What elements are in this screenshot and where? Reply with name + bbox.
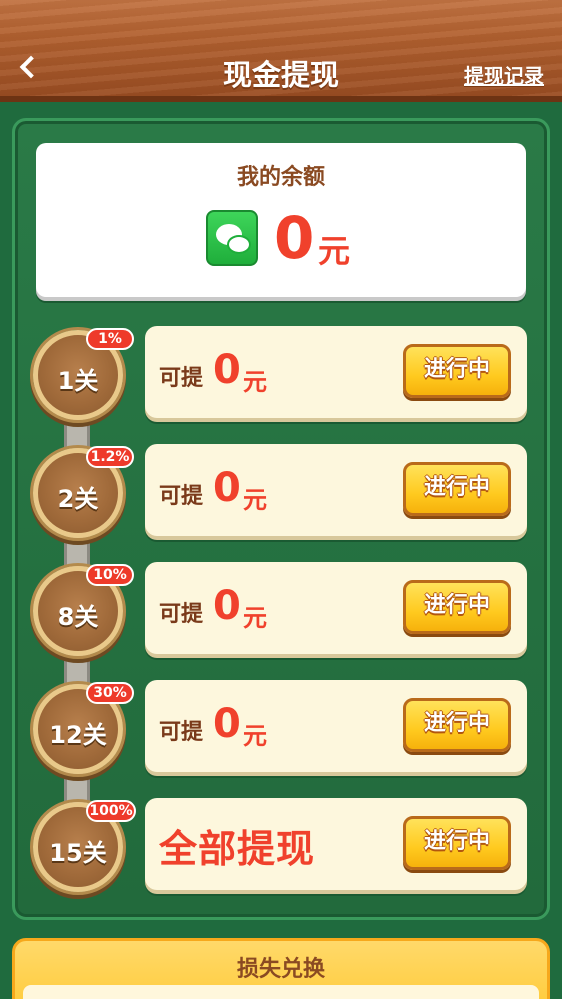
level-label: 8关 (57, 603, 99, 631)
rate-badge: 30% (86, 682, 134, 704)
withdraw-unit: 元 (243, 722, 267, 750)
in-progress-button[interactable]: 进行中 (403, 462, 511, 516)
withdraw-record-link[interactable]: 提现记录 (464, 60, 544, 89)
level-label: 12关 (49, 721, 107, 749)
withdraw-amount: 0 (213, 465, 241, 511)
rate-badge: 10% (86, 564, 134, 586)
in-progress-button[interactable]: 进行中 (403, 698, 511, 752)
balance-amount: 0 (274, 204, 315, 272)
loss-exchange-panel: 损失兑换 (12, 938, 550, 999)
withdraw-amount: 0 (213, 583, 241, 629)
level-label: 2关 (57, 485, 99, 513)
withdraw-prefix: 可提 (159, 484, 204, 509)
level-card-3: 可提 0 元 进行中 (145, 562, 527, 654)
level-label: 1关 (57, 367, 99, 395)
level-card-4: 可提 0 元 进行中 (145, 680, 527, 772)
rate-badge: 1% (86, 328, 134, 350)
withdraw-amount: 0 (213, 347, 241, 393)
rate-badge: 100% (86, 800, 136, 822)
level-card-1: 可提 0 元 进行中 (145, 326, 527, 418)
balance-unit: 元 (318, 232, 351, 270)
in-progress-button[interactable]: 进行中 (403, 580, 511, 634)
in-progress-button[interactable]: 进行中 (403, 344, 511, 398)
withdraw-unit: 元 (243, 368, 267, 396)
header-bar: 现金提现 提现记录 (0, 0, 562, 102)
loss-exchange-title: 损失兑换 (236, 957, 325, 982)
withdraw-amount: 0 (213, 701, 241, 747)
withdraw-prefix: 可提 (159, 366, 204, 391)
withdraw-prefix: 可提 (159, 720, 204, 745)
level-card-5: 全部提现 进行中 (145, 798, 527, 890)
loss-exchange-content (23, 985, 539, 999)
level-label: 15关 (49, 839, 107, 867)
withdraw-unit: 元 (243, 486, 267, 514)
wechat-icon (206, 210, 258, 266)
balance-title: 我的余额 (236, 165, 325, 190)
withdraw-unit: 元 (243, 604, 267, 632)
withdraw-prefix: 可提 (159, 602, 204, 627)
withdraw-all-label: 全部提现 (159, 827, 316, 871)
in-progress-button[interactable]: 进行中 (403, 816, 511, 870)
rate-badge: 1.2% (86, 446, 134, 468)
level-card-2: 可提 0 元 进行中 (145, 444, 527, 536)
